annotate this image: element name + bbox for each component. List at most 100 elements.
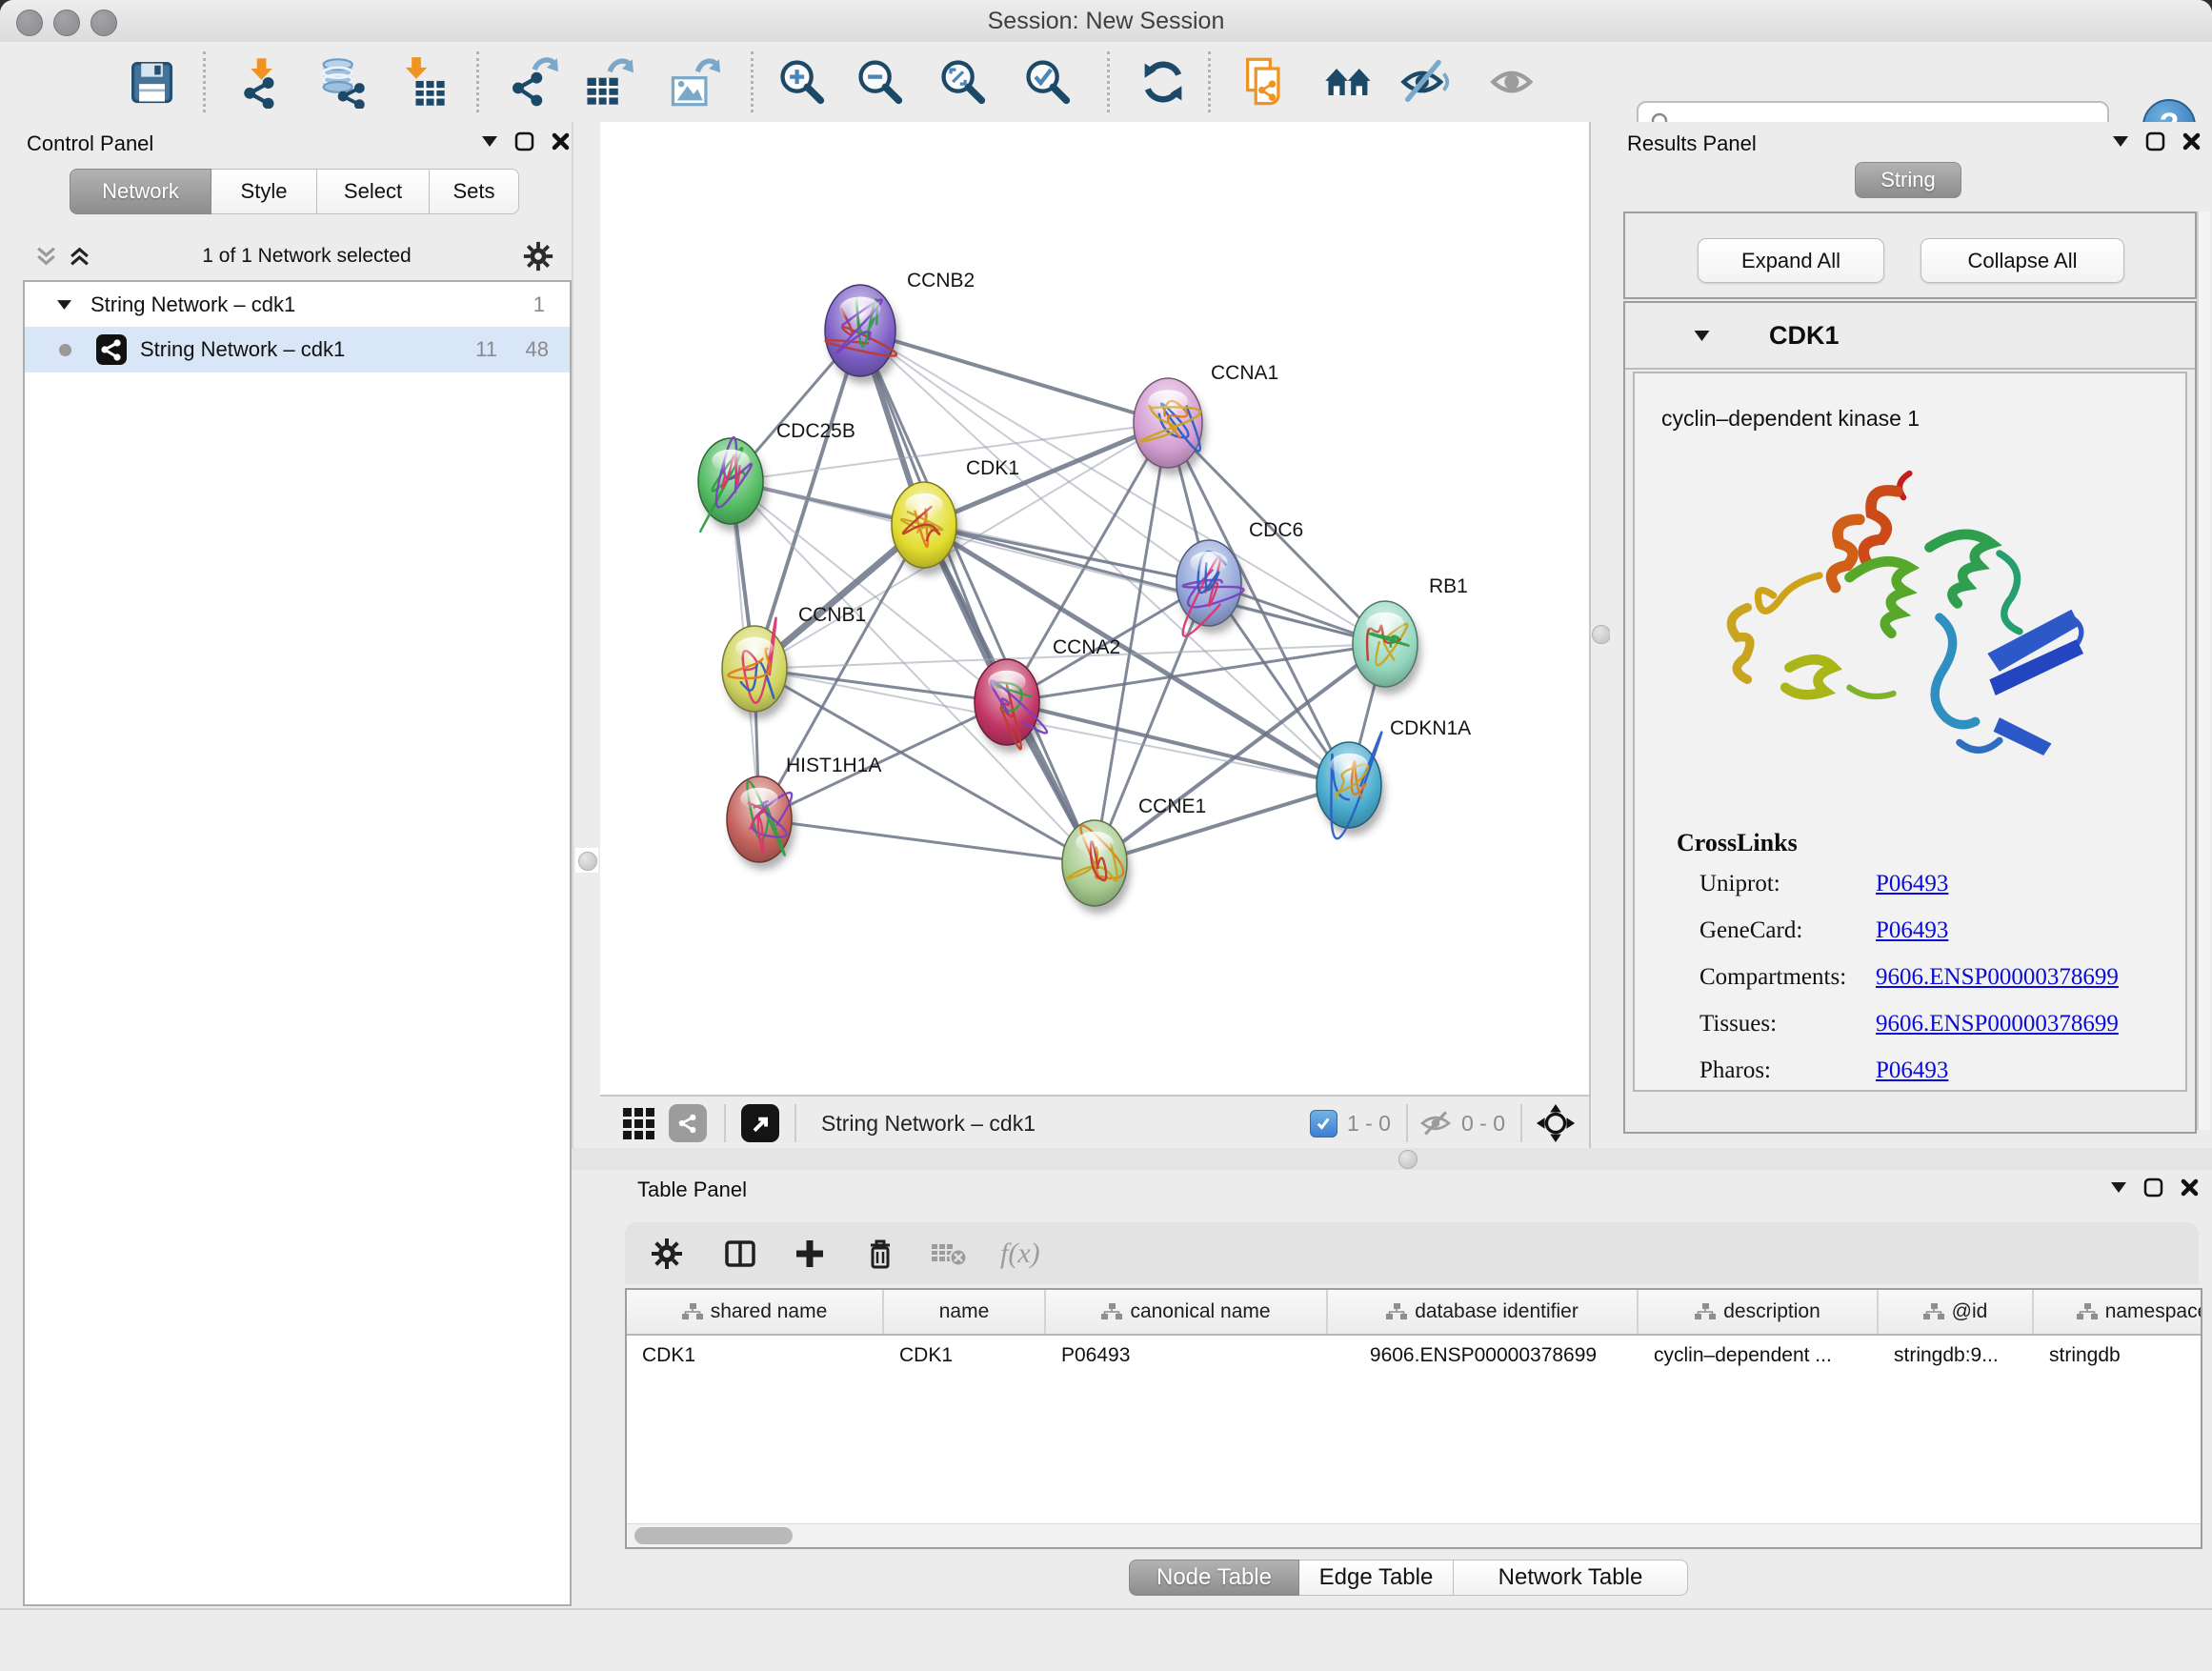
node-CCNA2[interactable] [975, 659, 1047, 753]
selected-checkbox-icon[interactable] [1310, 1110, 1337, 1137]
grid-view-icon[interactable] [621, 1106, 655, 1140]
network-view[interactable]: CCNB2CCNA1CDC25BCDK1CDC6RB1CCNB1CCNA2CDK… [600, 122, 1589, 1095]
collapse-all-networks-icon[interactable] [34, 246, 58, 267]
panel-collapse-icon[interactable] [2113, 136, 2128, 147]
column-header-shared-name[interactable]: shared name [627, 1290, 884, 1334]
results-scrollbar[interactable] [2197, 211, 2210, 1130]
network-graph[interactable]: CCNB2CCNA1CDC25BCDK1CDC6RB1CCNB1CCNA2CDK… [600, 122, 1589, 1095]
column-header--id[interactable]: @id [1879, 1290, 2034, 1334]
export-image-button[interactable] [667, 55, 720, 109]
tab-network[interactable]: Network [70, 169, 211, 214]
string-style-toggle[interactable] [669, 1104, 707, 1142]
panel-float-icon[interactable] [2145, 131, 2165, 151]
column-type-icon [2077, 1303, 2098, 1320]
tab-edge-table[interactable]: Edge Table [1299, 1560, 1454, 1596]
node-CCNE1[interactable] [1062, 820, 1131, 914]
refresh-button[interactable] [1136, 55, 1190, 109]
add-column-icon[interactable] [793, 1237, 827, 1271]
tab-select[interactable]: Select [317, 169, 430, 214]
node-CCNB2[interactable] [825, 285, 899, 384]
tab-network-table[interactable]: Network Table [1454, 1560, 1688, 1596]
vertical-splitter-right[interactable] [1589, 122, 1612, 1148]
zoom-in-button[interactable] [775, 55, 829, 109]
zoom-selected-button[interactable] [1021, 55, 1075, 109]
edge-CCNB2-CCNA1[interactable] [860, 331, 1168, 423]
panel-float-icon[interactable] [514, 131, 534, 151]
node-HIST1H1A[interactable] [727, 776, 795, 870]
crosslink-value-link[interactable]: P06493 [1876, 917, 1948, 944]
column-header-namespace[interactable]: namespace [2034, 1290, 2202, 1334]
edge-CCNA2-CDKN1A[interactable] [1007, 702, 1349, 785]
horizontal-splitter[interactable] [572, 1148, 2212, 1170]
import-network-from-database-button[interactable] [315, 55, 369, 109]
column-header-description[interactable]: description [1639, 1290, 1879, 1334]
clone-network-button[interactable] [1239, 55, 1293, 109]
edge-HIST1H1A-CCNE1[interactable] [759, 819, 1095, 863]
open-session-button[interactable] [42, 55, 95, 109]
panel-close-icon[interactable] [2182, 132, 2201, 151]
column-header-canonical-name[interactable]: canonical name [1046, 1290, 1328, 1334]
show-all-button[interactable] [1487, 55, 1540, 109]
table-row[interactable]: CDK1CDK1P064939606.ENSP00000378699cyclin… [627, 1336, 2202, 1376]
import-table-from-file-button[interactable] [396, 55, 450, 109]
cell-canonical-name[interactable]: P06493 [1046, 1336, 1328, 1376]
delete-column-icon[interactable] [863, 1237, 897, 1271]
panel-collapse-icon[interactable] [482, 136, 497, 147]
network-options-gear-icon[interactable] [522, 240, 554, 272]
table-hscrollbar[interactable] [627, 1523, 2201, 1547]
column-header-name[interactable]: name [884, 1290, 1046, 1334]
tab-style[interactable]: Style [211, 169, 317, 214]
cell--id[interactable]: stringdb:9... [1879, 1336, 2034, 1376]
network-row-selected[interactable]: String Network – cdk1 11 48 [25, 327, 570, 372]
cell-description[interactable]: cyclin–dependent ... [1639, 1336, 1879, 1376]
scrollbar-thumb[interactable] [634, 1527, 793, 1544]
crosslink-value-link[interactable]: 9606.ENSP00000378699 [1876, 964, 2119, 991]
tree-expander-icon[interactable] [57, 300, 71, 310]
zoom-fit-button[interactable] [936, 55, 990, 109]
vertical-splitter-left[interactable] [572, 122, 604, 1148]
expand-all-button[interactable]: Expand All [1698, 238, 1884, 283]
cell-database-identifier[interactable]: 9606.ENSP00000378699 [1328, 1336, 1639, 1376]
table-options-gear-icon[interactable] [650, 1237, 684, 1271]
node-CDKN1A[interactable] [1317, 733, 1385, 839]
export-network-button[interactable] [506, 55, 559, 109]
first-neighbors-button[interactable] [1322, 55, 1376, 109]
fit-selected-target-icon[interactable] [1536, 1103, 1576, 1143]
show-columns-icon[interactable] [722, 1237, 758, 1271]
tab-sets[interactable]: Sets [430, 169, 519, 214]
import-network-from-file-button[interactable] [234, 55, 288, 109]
panel-collapse-icon[interactable] [2111, 1182, 2126, 1193]
toolbar-separator [203, 51, 206, 112]
save-session-button[interactable] [125, 55, 178, 109]
splitter-handle[interactable] [578, 852, 597, 871]
column-header-database-identifier[interactable]: database identifier [1328, 1290, 1639, 1334]
tab-string[interactable]: String [1855, 162, 1961, 198]
card-expander-icon[interactable] [1694, 331, 1710, 341]
edge-CDKN1A-CCNE1[interactable] [1095, 785, 1349, 863]
node-RB1[interactable] [1353, 601, 1421, 695]
crosslink-value-link[interactable]: P06493 [1876, 1057, 1948, 1084]
zoom-out-button[interactable] [854, 55, 907, 109]
panel-close-icon[interactable] [552, 132, 570, 151]
crosslink-value-link[interactable]: 9606.ENSP00000378699 [1876, 1011, 2119, 1037]
panel-float-icon[interactable] [2143, 1178, 2163, 1198]
edge-CCNB2-CCNE1[interactable] [860, 331, 1095, 863]
cell-name[interactable]: CDK1 [884, 1336, 1046, 1376]
cell-shared-name[interactable]: CDK1 [627, 1336, 884, 1376]
node-CDK1[interactable] [892, 482, 960, 575]
crosslink-value-link[interactable]: P06493 [1876, 871, 1948, 897]
tab-node-table[interactable]: Node Table [1129, 1560, 1299, 1596]
edge-CCNB1-CCNA2[interactable] [754, 669, 1007, 702]
cell-namespace[interactable]: stringdb [2034, 1336, 2202, 1376]
export-table-button[interactable] [581, 55, 634, 109]
hide-selected-button[interactable] [1398, 55, 1451, 109]
collapse-all-button[interactable]: Collapse All [1920, 238, 2124, 283]
birds-eye-view-button[interactable] [741, 1104, 779, 1142]
node-CCNB1[interactable] [722, 618, 791, 719]
network-collection-row[interactable]: String Network – cdk1 1 [25, 282, 570, 327]
panel-close-icon[interactable] [2181, 1178, 2199, 1197]
splitter-handle[interactable] [1592, 625, 1611, 644]
expand-all-networks-icon[interactable] [68, 246, 91, 267]
splitter-handle[interactable] [1398, 1150, 1418, 1169]
node-table[interactable]: shared namenamecanonical namedatabase id… [625, 1288, 2202, 1549]
